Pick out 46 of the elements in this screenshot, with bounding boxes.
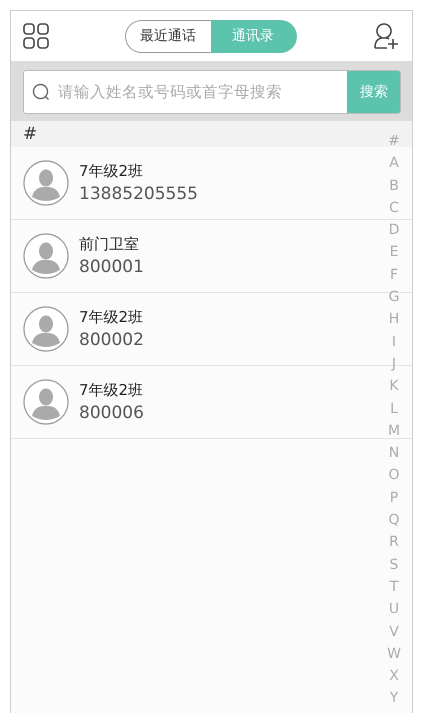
- index-letter[interactable]: X: [389, 665, 399, 688]
- index-letter[interactable]: E: [390, 241, 398, 264]
- avatar-icon: [23, 379, 69, 425]
- index-letter[interactable]: C: [389, 196, 399, 220]
- index-letter[interactable]: V: [389, 620, 399, 643]
- index-letter[interactable]: F: [390, 264, 398, 286]
- add-contact-icon[interactable]: [372, 22, 400, 50]
- index-letter[interactable]: D: [388, 219, 400, 242]
- index-letter[interactable]: T: [390, 576, 398, 598]
- search-icon: [32, 83, 50, 101]
- index-letter[interactable]: S: [390, 554, 398, 576]
- contact-number: 13885205555: [79, 184, 198, 204]
- index-letter[interactable]: L: [390, 398, 398, 420]
- contact-number: 800002: [79, 330, 144, 350]
- avatar-icon: [23, 306, 69, 352]
- contact-name: 7年级2班: [79, 381, 144, 400]
- contact-number: 800001: [79, 257, 144, 277]
- index-letter[interactable]: H: [388, 308, 400, 331]
- contact-name: 7年级2班: [79, 308, 144, 327]
- index-letter[interactable]: M: [388, 420, 400, 442]
- tab[interactable]: 通讯录: [210, 20, 296, 52]
- index-letter[interactable]: U: [388, 598, 400, 621]
- index-letter[interactable]: P: [390, 486, 398, 510]
- tab[interactable]: 最近通话: [124, 20, 210, 52]
- contact-number: 800006: [79, 403, 144, 423]
- search-field[interactable]: 请输入姓名或号码或首字母搜索 搜索: [23, 70, 401, 114]
- index-letter[interactable]: Q: [388, 509, 400, 532]
- index-letter[interactable]: #: [388, 130, 400, 152]
- index-letter[interactable]: J: [392, 352, 396, 376]
- index-letter[interactable]: O: [388, 464, 400, 487]
- search-button[interactable]: 搜索: [347, 71, 400, 113]
- index-letter[interactable]: W: [387, 642, 401, 666]
- contact-name: 7年级2班: [79, 162, 144, 181]
- index-letter[interactable]: N: [388, 442, 400, 464]
- section-header: #: [23, 124, 38, 144]
- index-letter[interactable]: R: [389, 531, 399, 554]
- avatar-icon: [23, 233, 69, 279]
- avatar-icon: [23, 160, 69, 206]
- index-letter[interactable]: I: [392, 330, 396, 353]
- index-letter[interactable]: A: [389, 152, 399, 175]
- index-letter[interactable]: K: [389, 375, 399, 398]
- index-letter[interactable]: G: [388, 286, 400, 308]
- index-letter[interactable]: B: [389, 174, 399, 197]
- contact-name: 前门卫室: [79, 235, 140, 254]
- index-letter[interactable]: Y: [390, 687, 398, 710]
- grid-icon[interactable]: [23, 23, 49, 49]
